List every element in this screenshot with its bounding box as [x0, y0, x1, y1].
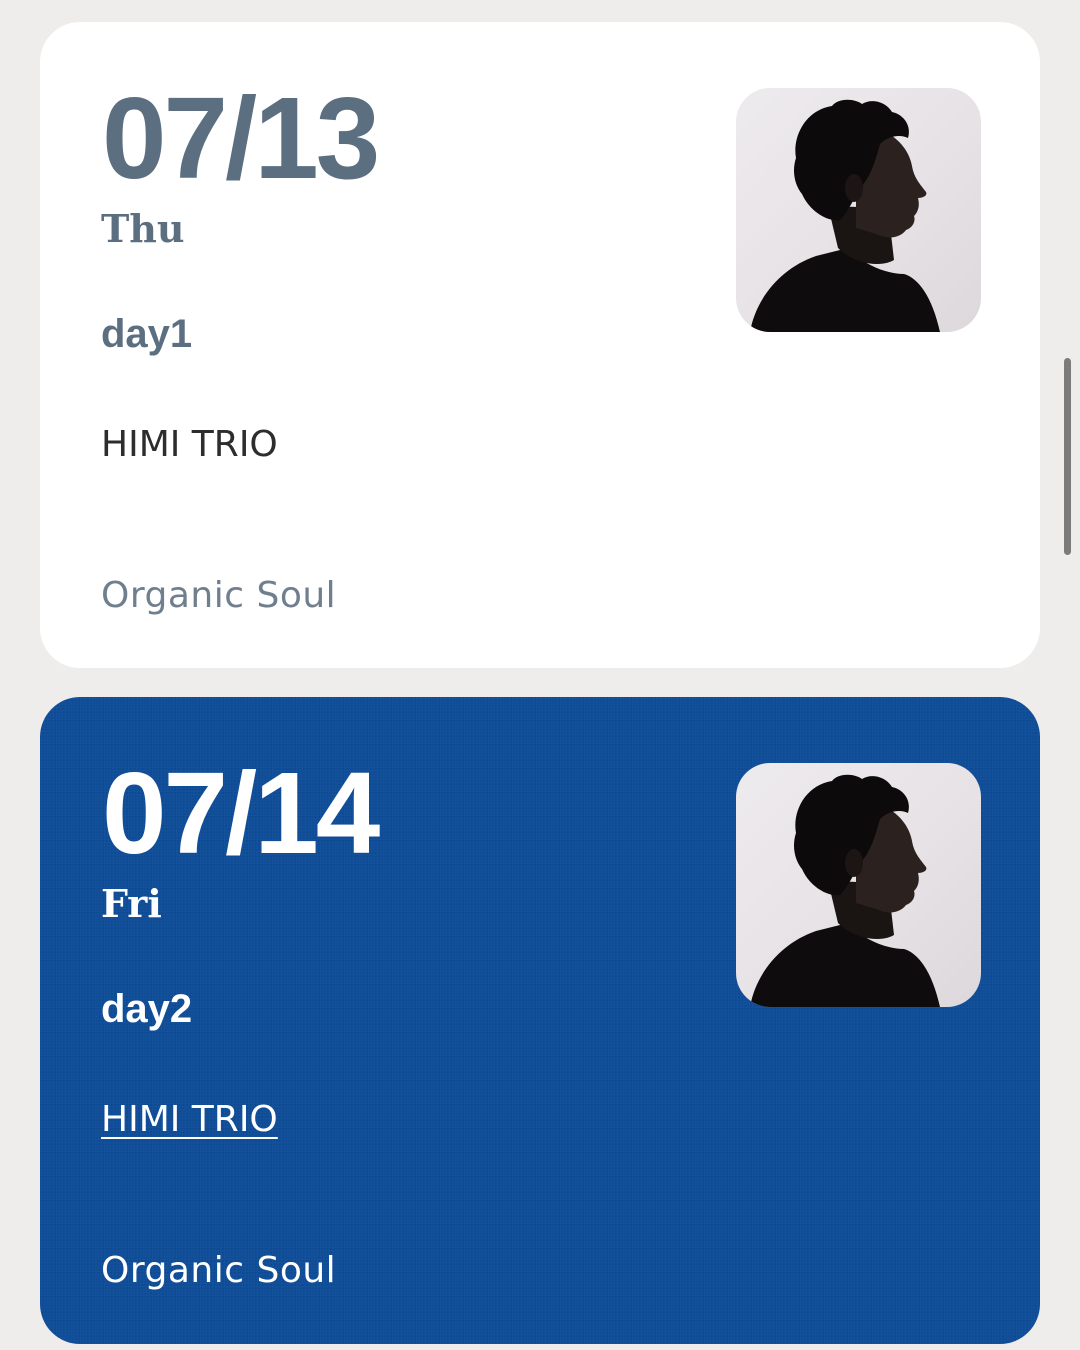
- vertical-scrollbar[interactable]: [1064, 358, 1071, 555]
- artist-portrait-icon: [750, 774, 940, 1007]
- event-date: 07/13: [102, 73, 380, 203]
- event-day-label: day1: [101, 312, 193, 356]
- event-genre: Organic Soul: [101, 1250, 337, 1291]
- event-card-day1: 07/13 Thu day1 HIMI TRIO Organic Soul: [40, 22, 1040, 668]
- event-weekday: Fri: [101, 881, 162, 926]
- event-artist: HIMI TRIO: [101, 424, 278, 465]
- event-weekday: Thu: [101, 206, 185, 251]
- artist-avatar: [736, 88, 981, 332]
- event-genre: Organic Soul: [101, 575, 337, 616]
- event-day-label: day2: [101, 987, 193, 1031]
- event-card-day2: 07/14 Fri day2 HIMI TRIO Organic Soul: [40, 697, 1040, 1344]
- artist-portrait-icon: [750, 99, 940, 332]
- event-date: 07/14: [102, 748, 380, 878]
- event-artist-link[interactable]: HIMI TRIO: [101, 1102, 278, 1138]
- artist-avatar: [736, 763, 981, 1007]
